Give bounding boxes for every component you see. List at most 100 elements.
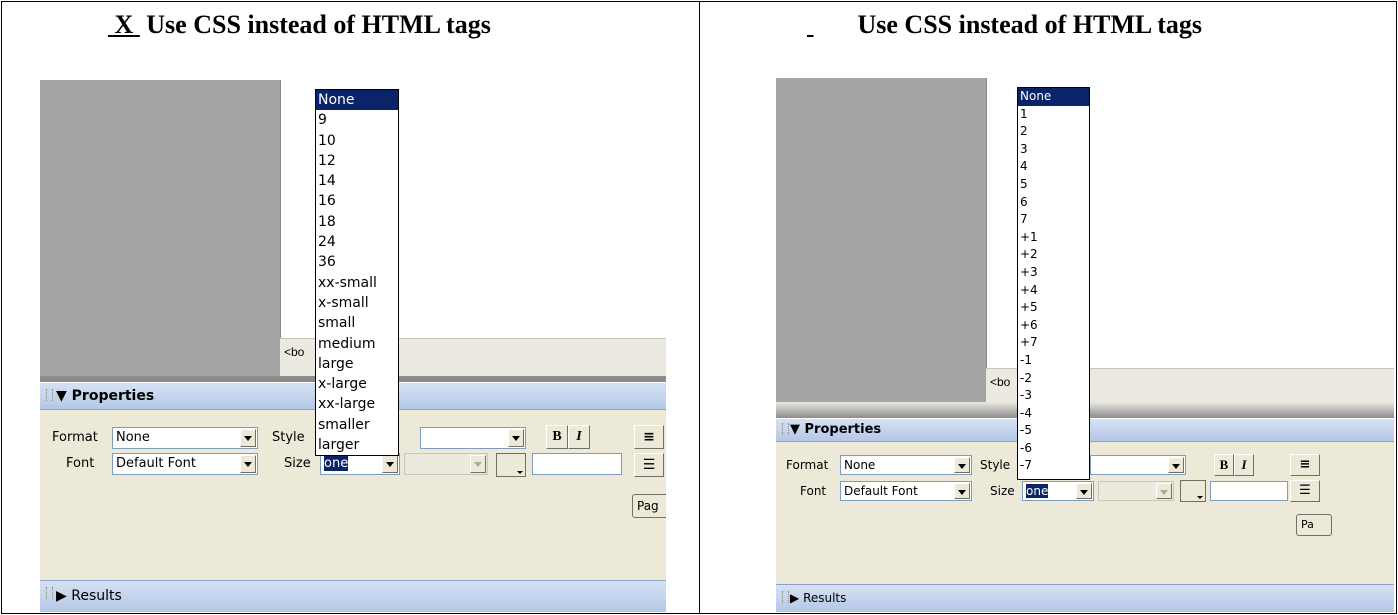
right-size-select[interactable]: one <box>1022 481 1094 501</box>
left-color-field[interactable] <box>532 453 622 475</box>
right-size-option[interactable]: +3 <box>1018 264 1089 282</box>
right-doc-gray-area <box>776 78 986 334</box>
left-size-option[interactable]: 10 <box>316 131 398 151</box>
left-size-option[interactable]: smaller <box>316 415 398 435</box>
right-size-option[interactable]: 4 <box>1018 158 1089 176</box>
chevron-down-icon[interactable] <box>1168 457 1184 473</box>
left-font-select[interactable]: Default Font <box>112 453 258 475</box>
right-size-option[interactable]: +7 <box>1018 334 1089 352</box>
right-size-option[interactable]: -7 <box>1018 457 1089 475</box>
right-style-select[interactable] <box>1090 455 1186 475</box>
left-heading: X Use CSS instead of HTML tags <box>108 10 491 40</box>
chevron-down-icon[interactable] <box>954 457 970 473</box>
right-size-option[interactable]: 1 <box>1018 106 1089 124</box>
left-size-dropdown-list[interactable]: None 9 10 12 14 16 18 24 36 xx-small x-small small m… <box>315 89 399 456</box>
right-size-option[interactable]: +1 <box>1018 229 1089 247</box>
chevron-down-icon[interactable] <box>508 429 524 447</box>
right-font-value: Default Font <box>844 484 918 498</box>
right-size-option[interactable]: 7 <box>1018 211 1089 229</box>
left-size-option[interactable]: None <box>316 90 398 111</box>
left-size-option[interactable]: large <box>316 354 398 374</box>
right-size-option[interactable]: +5 <box>1018 299 1089 317</box>
right-color-picker[interactable] <box>1180 480 1206 502</box>
bold-button[interactable]: B <box>546 425 568 449</box>
chevron-down-icon[interactable] <box>240 455 256 473</box>
italic-button[interactable]: I <box>1234 454 1254 476</box>
left-grip-icon[interactable] <box>46 389 53 401</box>
right-results-bar[interactable]: ▶ Results <box>776 584 1394 612</box>
left-size-option[interactable]: medium <box>316 334 398 354</box>
left-style-select[interactable] <box>420 427 526 449</box>
right-format-select[interactable]: None <box>840 455 972 475</box>
bold-button[interactable]: B <box>1214 454 1234 476</box>
chevron-down-icon[interactable] <box>1076 483 1092 499</box>
right-size-option[interactable]: -3 <box>1018 387 1089 405</box>
left-tag-selector-text[interactable]: <bo <box>284 345 304 359</box>
left-size-option[interactable]: 16 <box>316 191 398 211</box>
right-properties-title: Properties <box>804 422 882 437</box>
right-size-option[interactable]: 5 <box>1018 176 1089 194</box>
right-font-select[interactable]: Default Font <box>840 481 972 501</box>
left-size-option[interactable]: 12 <box>316 151 398 171</box>
right-size-dropdown-list[interactable]: None 1 2 3 4 5 6 7 +1 +2 +3 +4 +5 +6 +7 -1 -2 -3 -4 -5 -6 -7 <box>1017 87 1090 480</box>
right-checkbox-mark <box>807 10 851 40</box>
left-format-label: Format <box>52 430 98 445</box>
right-page-properties-button[interactable]: Pa <box>1296 514 1332 536</box>
chevron-down-icon[interactable] <box>382 455 398 473</box>
chevron-down-icon[interactable] <box>954 483 970 499</box>
unordered-list-icon[interactable]: ☰ <box>634 453 664 477</box>
left-size-option[interactable]: x-small <box>316 293 398 313</box>
right-size-option[interactable]: +2 <box>1018 246 1089 264</box>
left-size-option[interactable]: 18 <box>316 212 398 232</box>
column-divider <box>699 1 700 613</box>
left-font-value: Default Font <box>116 456 196 471</box>
right-size-option[interactable]: -5 <box>1018 422 1089 440</box>
right-size-option[interactable]: -2 <box>1018 370 1089 388</box>
right-grip-icon[interactable] <box>782 423 789 435</box>
left-checkbox-mark: X <box>114 10 134 39</box>
left-size-value: one <box>324 456 349 471</box>
right-results-label: Results <box>803 591 847 605</box>
right-size-option[interactable]: 3 <box>1018 141 1089 159</box>
left-triangle-down-icon: ▼ <box>56 388 67 404</box>
right-size-option[interactable]: None <box>1018 88 1089 106</box>
right-size-option[interactable]: +6 <box>1018 317 1089 335</box>
right-color-field[interactable] <box>1210 481 1288 501</box>
right-font-label: Font <box>800 484 827 498</box>
right-size-option[interactable]: -1 <box>1018 352 1089 370</box>
align-left-icon[interactable]: ≡ <box>634 425 664 449</box>
left-color-picker[interactable] <box>496 453 526 477</box>
left-triangle-right-icon: ▶ <box>56 588 67 604</box>
left-page-properties-button[interactable]: Pag <box>632 494 666 518</box>
italic-button[interactable]: I <box>568 425 590 449</box>
left-heading-text: Use CSS instead of HTML tags <box>146 10 491 39</box>
left-size-option[interactable]: xx-large <box>316 394 398 414</box>
left-size-option[interactable]: 36 <box>316 252 398 272</box>
left-doc-gray-area <box>40 80 280 376</box>
right-size-option[interactable]: -6 <box>1018 440 1089 458</box>
chevron-down-icon[interactable] <box>240 429 256 447</box>
left-format-select[interactable]: None <box>112 427 258 449</box>
right-results-grip-icon[interactable] <box>782 591 789 603</box>
left-size-option[interactable]: small <box>316 313 398 333</box>
right-size-value: one <box>1026 484 1049 498</box>
unordered-list-icon[interactable]: ☰ <box>1290 480 1320 502</box>
left-size-select[interactable]: one <box>320 453 400 475</box>
right-size-option[interactable]: 6 <box>1018 194 1089 212</box>
left-size-option[interactable]: 9 <box>316 110 398 130</box>
left-size-option[interactable]: x-large <box>316 374 398 394</box>
left-font-label: Font <box>66 456 95 471</box>
right-format-label: Format <box>786 458 829 472</box>
left-size-option[interactable]: 24 <box>316 232 398 252</box>
left-size-label: Size <box>284 456 311 471</box>
left-results-bar[interactable]: ▶ Results <box>40 580 666 612</box>
align-left-icon[interactable]: ≡ <box>1290 454 1320 476</box>
right-tag-selector-text[interactable]: <bo <box>990 375 1010 389</box>
left-size-option[interactable]: larger <box>316 435 398 455</box>
right-size-option[interactable]: -4 <box>1018 405 1089 423</box>
left-size-option[interactable]: 14 <box>316 171 398 191</box>
left-size-option[interactable]: xx-small <box>316 273 398 293</box>
right-size-option[interactable]: 2 <box>1018 123 1089 141</box>
right-size-option[interactable]: +4 <box>1018 282 1089 300</box>
left-results-grip-icon[interactable] <box>46 587 53 599</box>
